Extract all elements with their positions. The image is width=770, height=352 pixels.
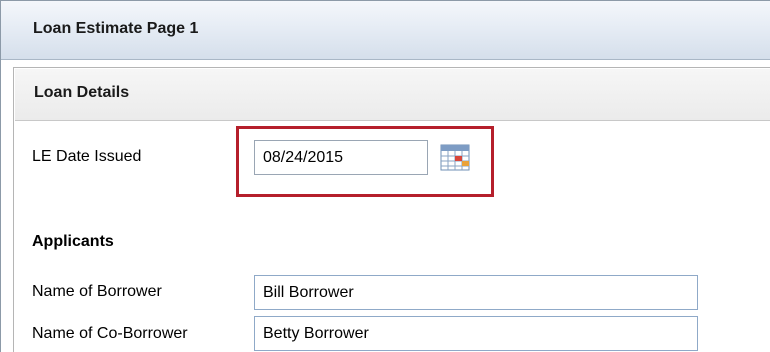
page-title: Loan Estimate Page 1	[33, 20, 199, 37]
le-date-issued-input[interactable]	[254, 140, 428, 175]
co-borrower-name-label: Name of Co-Borrower	[32, 325, 188, 342]
loan-details-title: Loan Details	[34, 84, 130, 101]
co-borrower-name-input[interactable]	[254, 316, 698, 351]
applicants-heading: Applicants	[32, 233, 114, 250]
calendar-icon[interactable]	[438, 142, 472, 172]
panel-title-bar: Loan Estimate Page 1	[1, 1, 770, 60]
loan-details-header: Loan Details	[15, 69, 770, 121]
le-date-issued-label: LE Date Issued	[32, 148, 142, 165]
borrower-name-input[interactable]	[254, 275, 698, 310]
loan-estimate-panel: Loan Estimate Page 1 Loan Details LE Dat…	[0, 0, 770, 352]
borrower-name-label: Name of Borrower	[32, 283, 162, 300]
